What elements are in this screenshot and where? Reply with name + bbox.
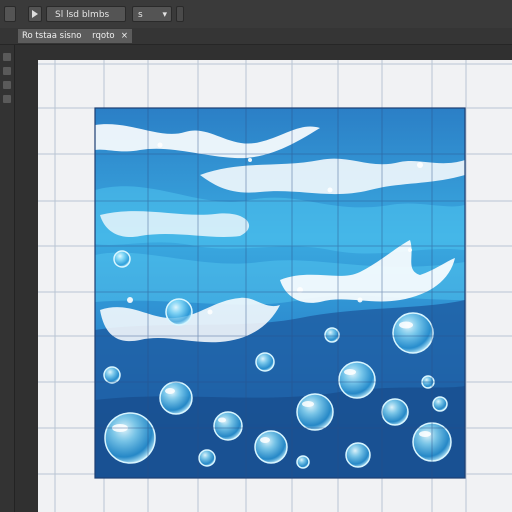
bubble <box>255 352 275 372</box>
bubble <box>345 442 371 468</box>
bubble <box>296 455 310 469</box>
bubble <box>432 396 448 412</box>
bubble <box>103 366 121 384</box>
bubble <box>392 312 434 354</box>
bubble <box>165 298 193 326</box>
bubble <box>381 398 409 426</box>
bubble <box>213 411 243 441</box>
bubble <box>338 361 376 399</box>
ocean-artwork <box>94 107 466 479</box>
bubble <box>324 327 340 343</box>
bubble <box>104 412 156 464</box>
bubble <box>113 250 131 268</box>
bubble <box>254 430 288 464</box>
bubble <box>159 381 193 415</box>
bubble <box>198 449 216 467</box>
bubble <box>296 393 334 431</box>
